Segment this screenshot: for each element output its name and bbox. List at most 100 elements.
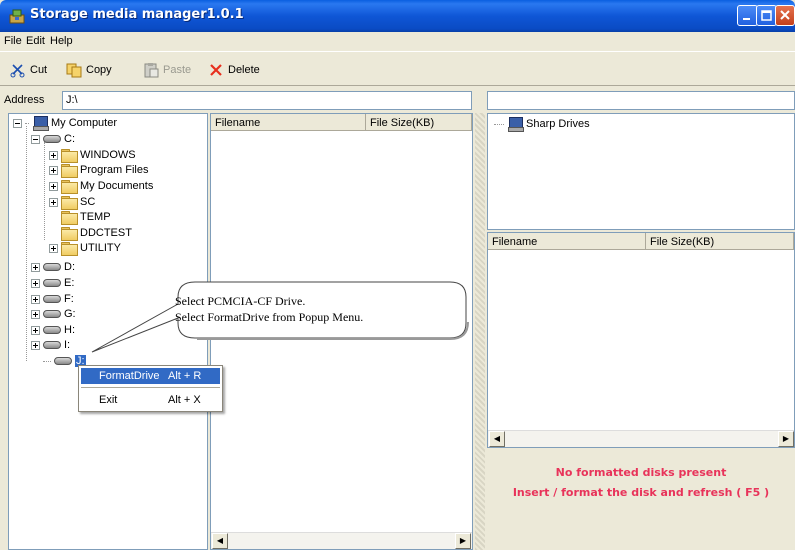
- tree-item-drive[interactable]: E:: [31, 276, 74, 290]
- minimize-icon: [743, 18, 750, 20]
- title-bar: Storage media manager1.0.1: [0, 0, 795, 32]
- tree-label: E:: [64, 277, 75, 289]
- address-input[interactable]: J:\: [62, 91, 472, 110]
- tree-item-folder[interactable]: Program Files: [49, 163, 148, 178]
- status-area: No formatted disks present Insert / form…: [487, 450, 795, 550]
- expand-icon[interactable]: [49, 243, 58, 253]
- cut-button[interactable]: Cut: [10, 62, 47, 78]
- folder-icon: [61, 149, 78, 163]
- folder-icon: [61, 211, 78, 225]
- horizontal-scrollbar[interactable]: ◀ ▶: [488, 430, 794, 447]
- expand-icon[interactable]: [49, 197, 58, 207]
- tree-item-folder[interactable]: DDCTEST: [61, 226, 132, 241]
- column-header-filename[interactable]: Filename: [211, 114, 366, 131]
- tree-item-drive[interactable]: G:: [31, 307, 76, 321]
- expand-icon[interactable]: [31, 278, 40, 288]
- scroll-left-button[interactable]: ◀: [212, 533, 228, 549]
- tree-item-folder[interactable]: SC: [49, 195, 96, 210]
- app-icon: [9, 9, 25, 24]
- tree-label: UTILITY: [80, 242, 121, 254]
- tree-item-drive[interactable]: H:: [31, 323, 75, 337]
- tree-label: H:: [64, 324, 75, 336]
- expand-icon[interactable]: [31, 262, 40, 272]
- tree-label: TEMP: [80, 211, 111, 223]
- window-title: Storage media manager1.0.1: [30, 7, 244, 22]
- folder-icon: [61, 196, 78, 210]
- callout-text: Select PCMCIA-CF Drive. Select FormatDri…: [175, 293, 363, 325]
- status-message-insert: Insert / format the disk and refresh ( F…: [512, 486, 770, 499]
- menu-separator: [81, 387, 220, 388]
- callout-line-2: Select FormatDrive from Popup Menu.: [175, 310, 364, 324]
- menu-help[interactable]: Help: [50, 35, 73, 47]
- menu-file[interactable]: File: [4, 35, 22, 47]
- delete-button[interactable]: Delete: [208, 62, 260, 78]
- menu-item-label: FormatDrive: [99, 370, 160, 382]
- folder-icon: [61, 227, 78, 241]
- tree-item-folder[interactable]: WINDOWS: [49, 148, 136, 163]
- expand-icon[interactable]: [31, 309, 40, 319]
- tree-label: D:: [64, 261, 75, 273]
- tree-label: WINDOWS: [80, 149, 136, 161]
- tree-label: Sharp Drives: [526, 118, 590, 130]
- maximize-button[interactable]: [756, 5, 777, 26]
- copy-icon: [66, 63, 82, 78]
- expand-icon[interactable]: [31, 294, 40, 304]
- scroll-right-button[interactable]: ▶: [455, 533, 471, 549]
- expand-icon[interactable]: [31, 325, 40, 335]
- tree-label: My Computer: [51, 117, 118, 129]
- folder-icon: [61, 180, 78, 194]
- tree-item-folder[interactable]: My Documents: [49, 179, 153, 194]
- scroll-right-button[interactable]: ▶: [778, 431, 794, 447]
- paste-button[interactable]: Paste: [143, 62, 191, 78]
- sharp-drives-panel[interactable]: Sharp Drives: [487, 113, 795, 230]
- status-message-no-disks: No formatted disks present: [555, 466, 727, 479]
- close-button[interactable]: [775, 5, 795, 26]
- context-menu: FormatDrive Alt + R Exit Alt + X: [78, 365, 223, 412]
- menu-item-format-drive[interactable]: FormatDrive Alt + R: [81, 368, 220, 384]
- close-icon: [780, 10, 790, 20]
- paste-label: Paste: [163, 64, 192, 76]
- arrow-left-icon: ◀: [216, 536, 224, 545]
- sharp-file-list-panel[interactable]: Filename File Size(KB) ◀ ▶: [487, 232, 795, 448]
- collapse-icon[interactable]: [13, 118, 22, 128]
- tree-item-folder[interactable]: UTILITY: [49, 241, 121, 256]
- expand-icon[interactable]: [49, 150, 58, 160]
- expand-icon[interactable]: [49, 165, 58, 175]
- tree-item-folder[interactable]: TEMP: [61, 210, 111, 225]
- tree-item-drive[interactable]: I:: [31, 338, 70, 352]
- file-list-panel[interactable]: Filename File Size(KB) ◀ ▶: [210, 113, 473, 550]
- drive-icon: [43, 295, 61, 303]
- arrow-right-icon: ▶: [459, 536, 467, 545]
- tree-item-drive[interactable]: F:: [31, 292, 74, 306]
- menu-item-shortcut: Alt + X: [168, 394, 201, 406]
- tree-label: SC: [80, 196, 96, 208]
- tree-item-drive[interactable]: D:: [31, 260, 75, 274]
- drive-icon: [43, 263, 61, 271]
- minimize-button[interactable]: [737, 5, 758, 26]
- menu-item-exit[interactable]: Exit Alt + X: [81, 392, 220, 408]
- tree-item-drive-c[interactable]: C:: [31, 132, 75, 146]
- horizontal-scrollbar[interactable]: ◀ ▶: [211, 532, 472, 549]
- panel-splitter[interactable]: [475, 113, 485, 550]
- address-label: Address: [4, 94, 45, 106]
- drive-icon: [43, 326, 61, 334]
- tree-line: [44, 142, 45, 240]
- column-header-size[interactable]: File Size(KB): [646, 233, 794, 250]
- scroll-left-button[interactable]: ◀: [489, 431, 505, 447]
- copy-button[interactable]: Copy: [66, 62, 112, 78]
- column-header-filename[interactable]: Filename: [488, 233, 646, 250]
- cut-label: Cut: [30, 64, 48, 76]
- tree-label: G:: [64, 308, 76, 320]
- callout-line-1: Select PCMCIA-CF Drive.: [175, 294, 306, 308]
- expand-icon[interactable]: [49, 181, 58, 191]
- tree-line: [26, 126, 27, 361]
- folder-tree-panel[interactable]: My Computer C: WINDOWS Program Files My …: [8, 113, 208, 550]
- tree-item-my-computer[interactable]: My Computer: [13, 116, 118, 131]
- tree-item-sharp-drives[interactable]: Sharp Drives: [494, 117, 590, 132]
- column-header-size[interactable]: File Size(KB): [366, 114, 472, 131]
- maximize-icon: [761, 10, 772, 21]
- expand-icon[interactable]: [31, 340, 40, 350]
- collapse-icon[interactable]: [31, 134, 40, 144]
- menu-edit[interactable]: Edit: [26, 35, 45, 47]
- right-address-input[interactable]: [487, 91, 795, 110]
